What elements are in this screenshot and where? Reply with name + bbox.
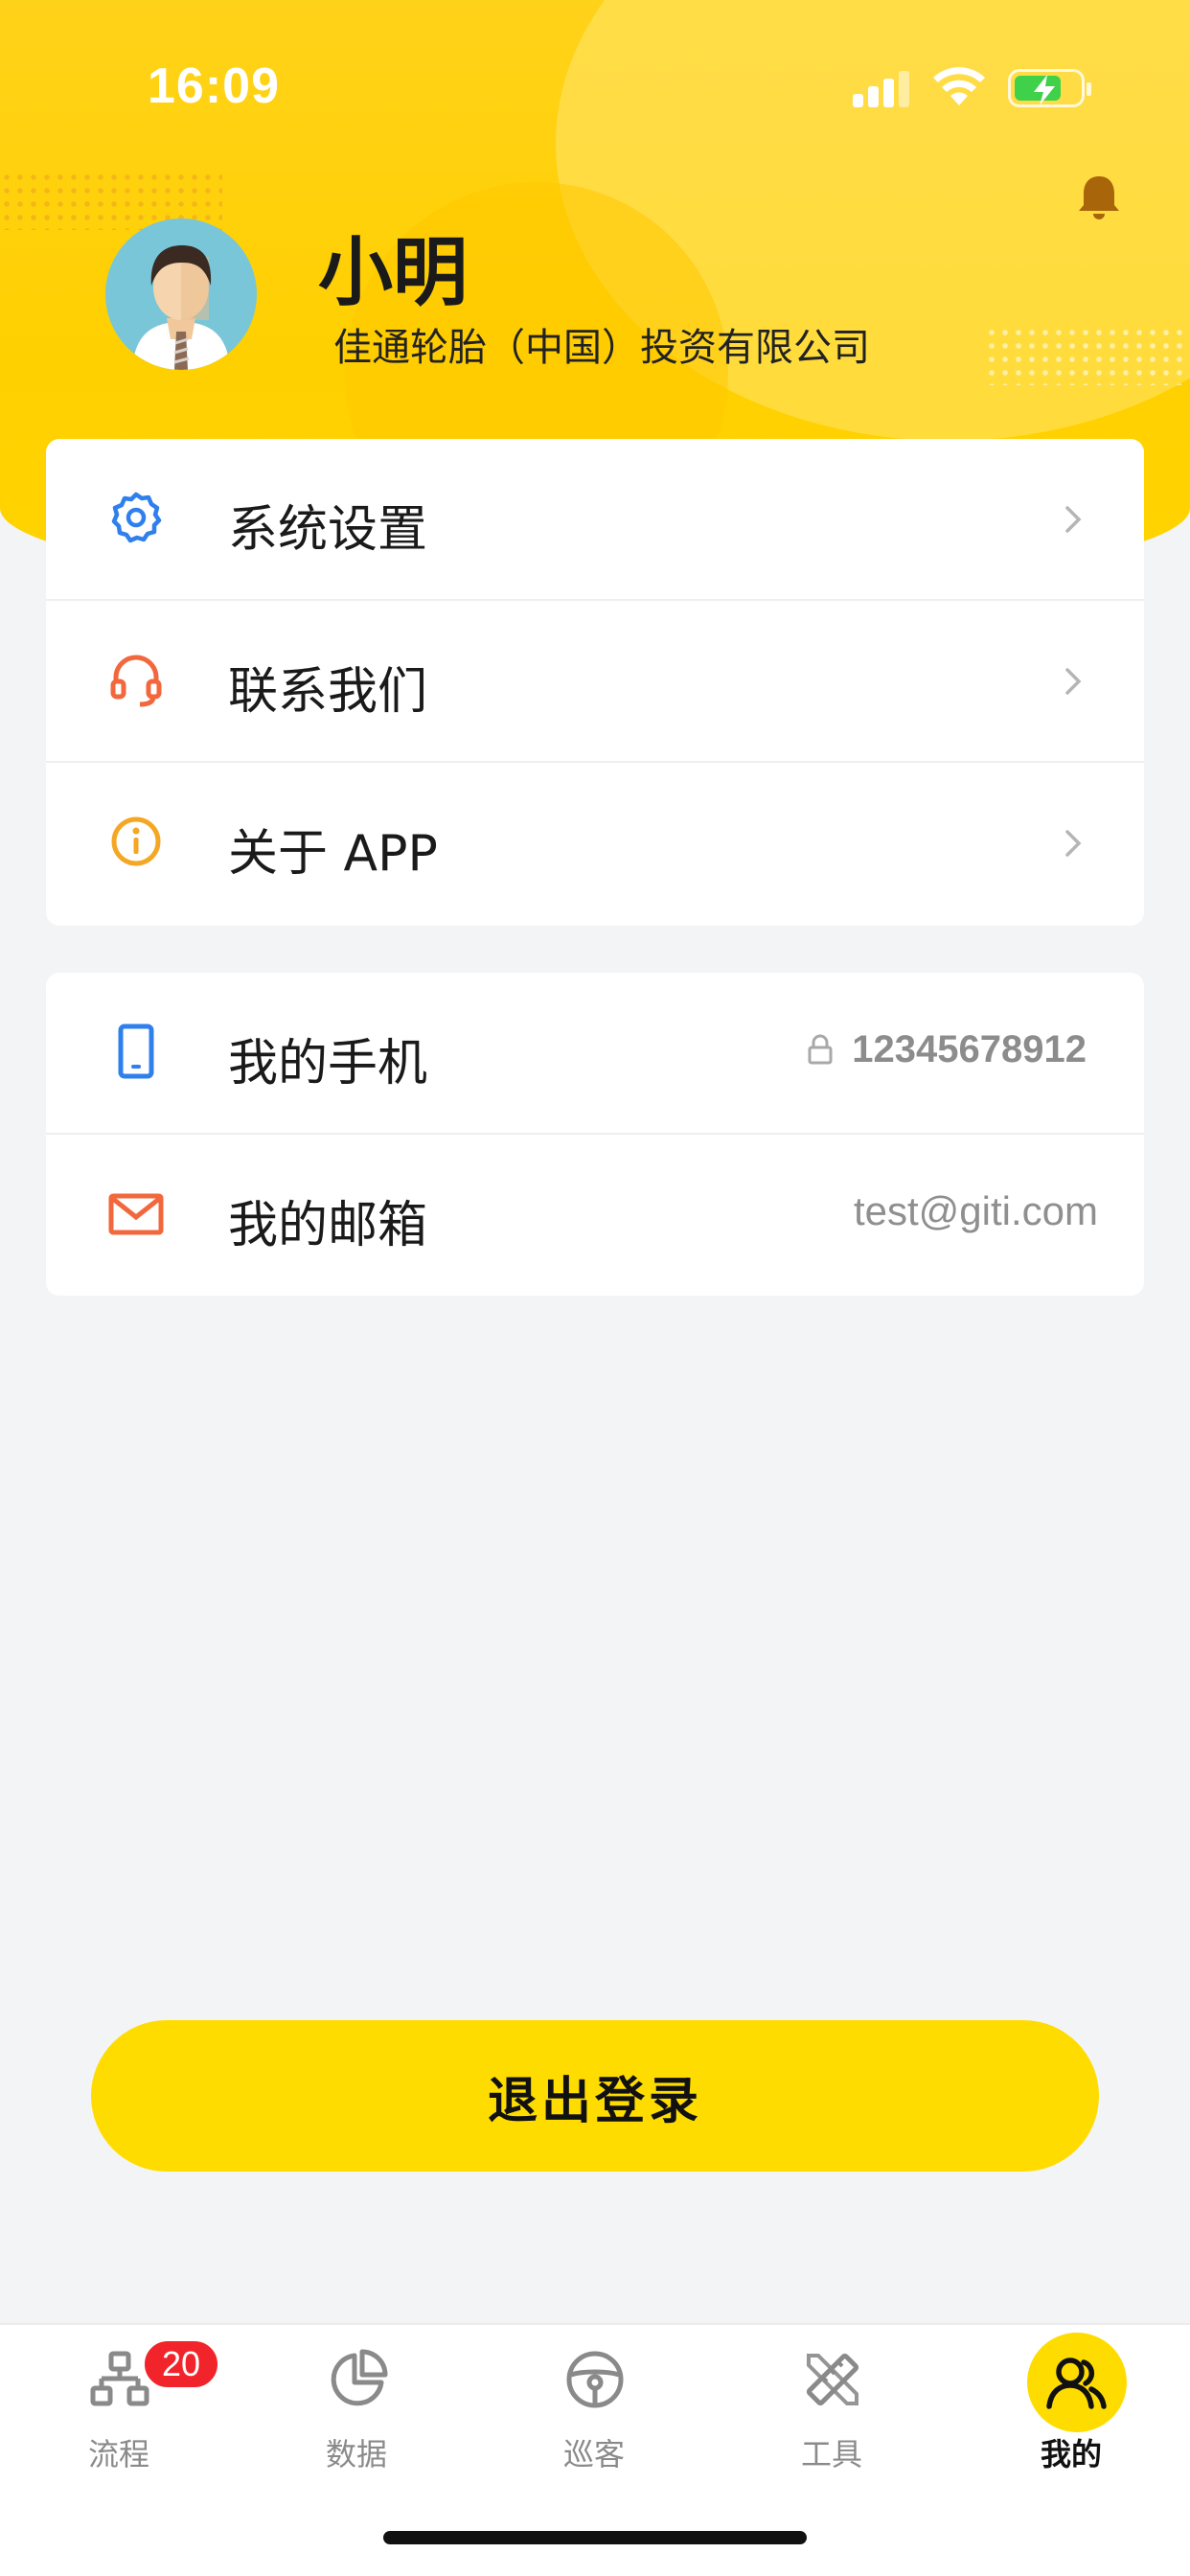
phone-value-group: 12345678912: [806, 1026, 1087, 1072]
phone-number: 12345678912: [852, 1027, 1087, 1070]
pie-chart-icon: [331, 2349, 388, 2406]
tab-label: 工具: [800, 2436, 862, 2472]
avatar[interactable]: [105, 218, 257, 370]
info-icon: [111, 816, 161, 866]
tab-label: 巡客: [562, 2436, 625, 2472]
company-name: 佳通轮胎（中国）投资有限公司: [333, 326, 870, 370]
email-label: 我的邮箱: [228, 1197, 428, 1254]
phone-label: 我的手机: [228, 1035, 428, 1092]
chevron-right-icon: [1065, 830, 1082, 857]
tab-flow[interactable]: 20 流程: [0, 2325, 238, 2517]
phone-icon: [118, 1024, 154, 1079]
notification-badge: 20: [142, 2338, 220, 2390]
headset-icon: [110, 655, 162, 707]
menu-item-label: 系统设置: [228, 501, 428, 559]
menu-item-about-app[interactable]: 关于 APP: [46, 763, 1144, 925]
steering-wheel-icon: [566, 2351, 624, 2408]
notification-bell-icon[interactable]: [1075, 172, 1123, 222]
users-icon: [1046, 2358, 1107, 2409]
gear-icon: [111, 492, 162, 543]
tab-label: 我的: [1040, 2436, 1102, 2472]
lock-icon: [808, 1034, 833, 1065]
chevron-right-icon: [1065, 506, 1082, 533]
profile-screen: 16:09 小明 佳通轮胎（中国）投资有限公司 系统设置 联系我们 关于 APP…: [0, 0, 1190, 2576]
my-phone-row[interactable]: 我的手机 12345678912: [46, 973, 1144, 1135]
menu-item-contact-us[interactable]: 联系我们: [46, 601, 1144, 763]
header-decor-dots: [985, 326, 1190, 385]
status-bar: 16:09: [0, 0, 1190, 172]
settings-menu-card: 系统设置 联系我们 关于 APP: [46, 439, 1144, 926]
contact-info-card: 我的手机 12345678912 我的邮箱 test@giti.com: [46, 973, 1144, 1296]
my-email-row[interactable]: 我的邮箱 test@giti.com: [46, 1135, 1144, 1296]
menu-item-system-settings[interactable]: 系统设置: [46, 439, 1144, 601]
home-indicator: [383, 2531, 807, 2544]
user-name: 小明: [318, 230, 469, 316]
logout-button[interactable]: 退出登录: [91, 2020, 1099, 2172]
tab-data[interactable]: 数据: [238, 2325, 475, 2517]
mail-icon: [108, 1193, 164, 1235]
tab-patrol[interactable]: 巡客: [475, 2325, 713, 2517]
battery-icon: [1008, 69, 1091, 107]
chevron-right-icon: [1065, 668, 1082, 695]
tab-tools[interactable]: 工具: [713, 2325, 950, 2517]
tab-label: 流程: [87, 2436, 149, 2472]
cellular-signal-icon: [853, 69, 910, 107]
ruler-pencil-icon: [806, 2353, 859, 2406]
status-time: 16:09: [148, 58, 280, 114]
email-address: test@giti.com: [853, 1188, 1098, 1233]
wifi-icon: [933, 67, 985, 105]
menu-item-label: 联系我们: [228, 663, 428, 721]
tab-mine[interactable]: 我的: [952, 2325, 1190, 2517]
menu-item-label: 关于 APP: [228, 825, 438, 883]
tab-label: 数据: [325, 2436, 387, 2472]
